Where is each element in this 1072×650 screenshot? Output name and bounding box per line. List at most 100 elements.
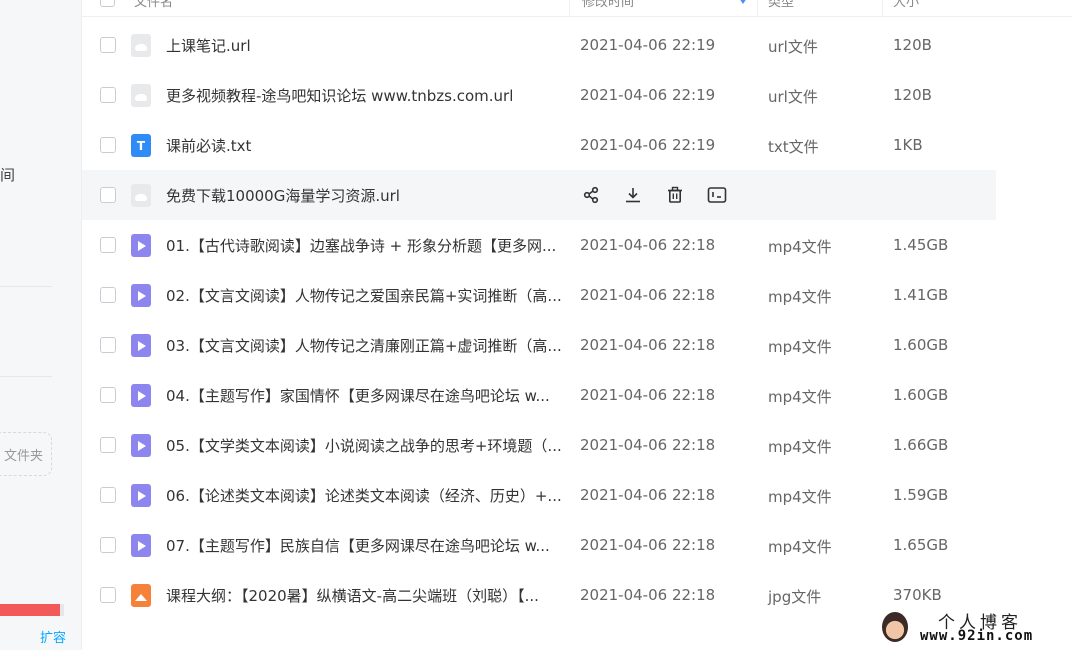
file-type: mp4文件 [768, 238, 832, 256]
video-file-icon [131, 234, 151, 257]
row-checkbox[interactable] [100, 237, 116, 253]
file-type: mp4文件 [768, 488, 832, 506]
file-row[interactable]: 03.【文言文阅读】人物传记之清廉刚正篇+虚词推断（高... 2021-04-06… [82, 320, 996, 370]
file-modified-time: 2021-04-06 22:19 [580, 36, 716, 54]
file-type: mp4文件 [768, 538, 832, 556]
share-icon[interactable] [580, 184, 602, 206]
file-type: txt文件 [768, 138, 819, 156]
file-row[interactable]: 06.【论述类文本阅读】论述类文本阅读（经济、历史）+... 2021-04-06… [82, 470, 996, 520]
row-checkbox[interactable] [100, 537, 116, 553]
column-header-size[interactable]: 大小 [893, 0, 919, 10]
expand-storage-link[interactable]: 扩容 [40, 627, 66, 646]
row-checkbox[interactable] [100, 137, 116, 153]
watermark-url: www.92in.com [920, 628, 1034, 644]
file-name[interactable]: 05.【文学类文本阅读】小说阅读之战争的思考+环境题（... [166, 435, 566, 456]
new-folder-button[interactable]: 文件夹 [0, 432, 52, 476]
file-size: 1.41GB [893, 286, 949, 304]
row-actions [580, 183, 728, 207]
file-name[interactable]: 01.【古代诗歌阅读】边塞战争诗 + 形象分析题【更多网... [166, 235, 566, 256]
file-size: 120B [893, 36, 932, 54]
file-name[interactable]: 上课笔记.url [166, 35, 566, 56]
file-row[interactable]: 上课笔记.url 2021-04-06 22:19 url文件 120B [82, 20, 996, 70]
file-name[interactable]: 03.【文言文阅读】人物传记之清廉刚正篇+虚词推断（高... [166, 335, 566, 356]
video-file-icon [131, 284, 151, 307]
file-type: jpg文件 [768, 588, 822, 606]
link-file-icon [131, 84, 151, 107]
video-file-icon [131, 384, 151, 407]
file-modified-time: 2021-04-06 22:18 [580, 386, 716, 404]
file-modified-time: 2021-04-06 22:18 [580, 486, 716, 504]
file-size: 370KB [893, 586, 942, 604]
video-file-icon [131, 484, 151, 507]
download-icon[interactable] [622, 184, 644, 206]
file-type: mp4文件 [768, 338, 832, 356]
delete-icon[interactable] [664, 184, 686, 206]
file-row[interactable]: 02.【文言文阅读】人物传记之爱国亲民篇+实词推断（高... 2021-04-06… [82, 270, 996, 320]
row-checkbox[interactable] [100, 87, 116, 103]
file-type: mp4文件 [768, 388, 832, 406]
file-name[interactable]: 02.【文言文阅读】人物传记之爱国亲民篇+实词推断（高... [166, 285, 566, 306]
select-all-checkbox[interactable] [100, 0, 115, 7]
row-checkbox[interactable] [100, 287, 116, 303]
video-file-icon [131, 334, 151, 357]
file-row[interactable]: 04.【主题写作】家国情怀【更多网课尽在途鸟吧论坛 w... 2021-04-06… [82, 370, 996, 420]
file-name[interactable]: 免费下载10000G海量学习资源.url [166, 185, 566, 206]
file-type: url文件 [768, 38, 818, 56]
video-file-icon [131, 534, 151, 557]
file-size: 1.60GB [893, 386, 949, 404]
row-checkbox[interactable] [100, 487, 116, 503]
column-header-type[interactable]: 类型 [768, 0, 794, 10]
column-separator [882, 0, 883, 17]
file-row[interactable]: 07.【主题写作】民族自信【更多网课尽在途鸟吧论坛 w... 2021-04-06… [82, 520, 996, 570]
file-size: 120B [893, 86, 932, 104]
row-checkbox[interactable] [100, 587, 116, 603]
file-modified-time: 2021-04-06 22:18 [580, 336, 716, 354]
storage-usage-bar [0, 604, 64, 616]
file-modified-time: 2021-04-06 22:18 [580, 236, 716, 254]
file-modified-time: 2021-04-06 22:18 [580, 586, 716, 604]
more-icon[interactable] [706, 184, 728, 206]
column-header-time[interactable]: 修改时间 [582, 0, 634, 10]
file-name[interactable]: 07.【主题写作】民族自信【更多网课尽在途鸟吧论坛 w... [166, 535, 566, 556]
header-right-strip [996, 0, 1072, 17]
text-file-icon: T [131, 134, 151, 157]
row-checkbox[interactable] [100, 37, 116, 53]
file-type: mp4文件 [768, 438, 832, 456]
watermark-logo: 个人博客 www.92in.com [878, 608, 1068, 648]
file-name[interactable]: 04.【主题写作】家国情怀【更多网课尽在途鸟吧论坛 w... [166, 385, 566, 406]
row-checkbox[interactable] [100, 387, 116, 403]
file-row[interactable]: 更多视频教程-途鸟吧知识论坛 www.tnbzs.com.url 2021-04-… [82, 70, 996, 120]
file-type: mp4文件 [768, 288, 832, 306]
sort-desc-icon[interactable] [739, 0, 747, 4]
file-size: 1.60GB [893, 336, 949, 354]
file-row[interactable]: 01.【古代诗歌阅读】边塞战争诗 + 形象分析题【更多网... 2021-04-0… [82, 220, 996, 270]
file-name[interactable]: 06.【论述类文本阅读】论述类文本阅读（经济、历史）+... [166, 485, 566, 506]
link-file-icon [131, 184, 151, 207]
file-list-header: 文件名 修改时间 类型 大小 [82, 0, 996, 17]
file-modified-time: 2021-04-06 22:19 [580, 136, 716, 154]
column-separator [569, 0, 570, 17]
file-size: 1.59GB [893, 486, 949, 504]
column-header-name[interactable]: 文件名 [134, 0, 173, 10]
column-separator [757, 0, 758, 17]
avatar-icon [882, 612, 908, 642]
file-size: 1.45GB [893, 236, 949, 254]
file-name[interactable]: 更多视频教程-途鸟吧知识论坛 www.tnbzs.com.url [166, 85, 566, 106]
sidebar-divider [0, 376, 52, 377]
video-file-icon [131, 434, 151, 457]
row-checkbox[interactable] [100, 437, 116, 453]
file-name[interactable]: 课前必读.txt [166, 135, 566, 156]
file-row[interactable]: 05.【文学类文本阅读】小说阅读之战争的思考+环境题（... 2021-04-06… [82, 420, 996, 470]
file-size: 1KB [893, 136, 923, 154]
file-row[interactable]: 免费下载10000G海量学习资源.url [82, 170, 996, 220]
row-checkbox[interactable] [100, 187, 116, 203]
sidebar: 间 文件夹 扩容 [0, 0, 82, 650]
sidebar-partial-label[interactable]: 间 [0, 164, 15, 185]
file-name[interactable]: 课程大纲：【2020暑】纵横语文-高二尖端班（刘聪）【... [166, 585, 566, 606]
file-modified-time: 2021-04-06 22:19 [580, 86, 716, 104]
file-row[interactable]: T 课前必读.txt 2021-04-06 22:19 txt文件 1KB [82, 120, 996, 170]
row-checkbox[interactable] [100, 337, 116, 353]
file-row[interactable]: 课程大纲：【2020暑】纵横语文-高二尖端班（刘聪）【... 2021-04-06… [82, 570, 996, 620]
file-size: 1.66GB [893, 436, 949, 454]
sidebar-divider [0, 286, 52, 287]
